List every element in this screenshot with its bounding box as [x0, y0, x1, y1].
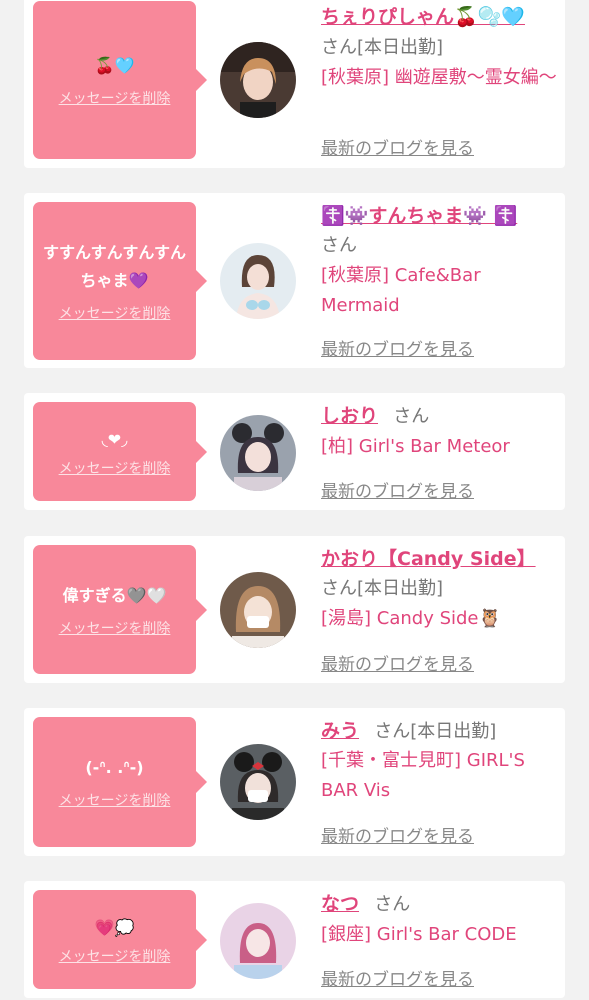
cast-info: みう さん[本日出勤] [千葉・富士見町] GIRL'S BAR Vis [321, 717, 557, 806]
cast-suffix: さん[本日出勤] [321, 578, 444, 599]
shop-name: [秋葉原] 幽遊屋敷〜霊女編〜 [321, 67, 557, 88]
avatar[interactable] [220, 42, 296, 118]
cast-suffix: さん[本日出勤] [374, 721, 497, 742]
cast-name-link[interactable]: かおり【Candy Side】 [321, 548, 536, 570]
delete-message-link[interactable]: メッセージを削除 [59, 946, 171, 966]
cast-card: 🍒🩵 メッセージを削除 ちぇりぴしゃん🍒🫧🩵 さん[本日出勤] [秋葉原] 幽遊… [24, 0, 565, 168]
cast-info: なつ さん [銀座] Girl's Bar CODE [321, 889, 557, 950]
latest-blog-link[interactable]: 最新のブログを見る [321, 650, 474, 675]
message-bubble: ◟❤︎◞ メッセージを削除 [33, 402, 207, 501]
cast-name-link[interactable]: ちぇりぴしゃん🍒🫧🩵 [321, 6, 525, 28]
cast-card: (-ᐢ. .ᐢ-) メッセージを削除 みう さん[本日出勤] [千葉・富士見町]… [24, 708, 565, 856]
cast-name-link[interactable]: なつ [321, 893, 359, 915]
cast-card: ◟❤︎◞ メッセージを削除 しおり さん [柏] Girl's Bar Mete… [24, 393, 565, 510]
delete-message-link[interactable]: メッセージを削除 [59, 303, 171, 323]
message-bubble: (-ᐢ. .ᐢ-) メッセージを削除 [33, 717, 207, 847]
delete-message-link[interactable]: メッセージを削除 [59, 618, 171, 638]
shop-name: [千葉・富士見町] GIRL'S BAR Vis [321, 750, 525, 801]
latest-blog-link[interactable]: 最新のブログを見る [321, 477, 474, 502]
cast-name-link[interactable]: ☦️👾すんちゃま👾 ☦️ [321, 205, 517, 227]
cast-suffix: さん [374, 894, 411, 915]
avatar[interactable] [220, 744, 296, 820]
cast-name-link[interactable]: みう [321, 720, 359, 742]
latest-blog-link[interactable]: 最新のブログを見る [321, 965, 474, 990]
cast-card: 💗💭 メッセージを削除 なつ さん [銀座] Girl's Bar CODE 最… [24, 881, 565, 998]
delete-message-link[interactable]: メッセージを削除 [59, 790, 171, 810]
message-bubble: すすんすんすんすんちゃま💜 メッセージを削除 [33, 202, 207, 360]
message-bubble: 偉すぎる🩶🤍 メッセージを削除 [33, 545, 207, 674]
avatar-image [220, 243, 296, 319]
cast-card: 偉すぎる🩶🤍 メッセージを削除 かおり【Candy Side】 さん[本日出勤]… [24, 536, 565, 683]
message-text: 偉すぎる🩶🤍 [62, 585, 167, 605]
shop-name: [秋葉原] Cafe&Bar Mermaid [321, 265, 481, 316]
cast-info: ☦️👾すんちゃま👾 ☦️ さん [秋葉原] Cafe&Bar Mermaid [321, 202, 557, 321]
latest-blog-link[interactable]: 最新のブログを見る [321, 822, 474, 847]
cast-info: ちぇりぴしゃん🍒🫧🩵 さん[本日出勤] [秋葉原] 幽遊屋敷〜霊女編〜 [321, 2, 557, 93]
cast-suffix: さん [321, 235, 357, 256]
delete-message-link[interactable]: メッセージを削除 [59, 88, 171, 108]
latest-blog-link[interactable]: 最新のブログを見る [321, 134, 474, 159]
cast-suffix: さん [393, 406, 430, 427]
message-text: (-ᐢ. .ᐢ-) [85, 758, 144, 777]
cast-info: かおり【Candy Side】 さん[本日出勤] [湯島] Candy Side… [321, 545, 557, 634]
avatar[interactable] [220, 903, 296, 979]
avatar-image [220, 42, 296, 118]
avatar[interactable] [220, 572, 296, 648]
shop-name: [銀座] Girl's Bar CODE [321, 924, 517, 945]
cast-name-link[interactable]: しおり [321, 405, 378, 427]
avatar-image [220, 415, 296, 491]
cast-card: すすんすんすんすんちゃま💜 メッセージを削除 ☦️👾すんちゃま👾 ☦️ さん [… [24, 193, 565, 368]
avatar[interactable] [220, 243, 296, 319]
cast-info: しおり さん [柏] Girl's Bar Meteor [321, 401, 557, 462]
avatar-image [220, 903, 296, 979]
avatar-image [220, 572, 296, 648]
message-bubble: 💗💭 メッセージを削除 [33, 890, 207, 989]
cast-suffix: さん[本日出勤] [321, 37, 444, 58]
message-text: 🍒🩵 [94, 56, 135, 75]
shop-name: [柏] Girl's Bar Meteor [321, 436, 510, 457]
avatar[interactable] [220, 415, 296, 491]
message-bubble: 🍒🩵 メッセージを削除 [33, 1, 207, 159]
latest-blog-link[interactable]: 最新のブログを見る [321, 335, 474, 360]
message-text: すすんすんすんすんちゃま💜 [42, 243, 187, 290]
avatar-image [220, 744, 296, 820]
message-text: ◟❤︎◞ [101, 429, 128, 449]
shop-name: [湯島] Candy Side🦉 [321, 608, 501, 629]
message-text: 💗💭 [94, 917, 135, 937]
delete-message-link[interactable]: メッセージを削除 [59, 458, 171, 478]
